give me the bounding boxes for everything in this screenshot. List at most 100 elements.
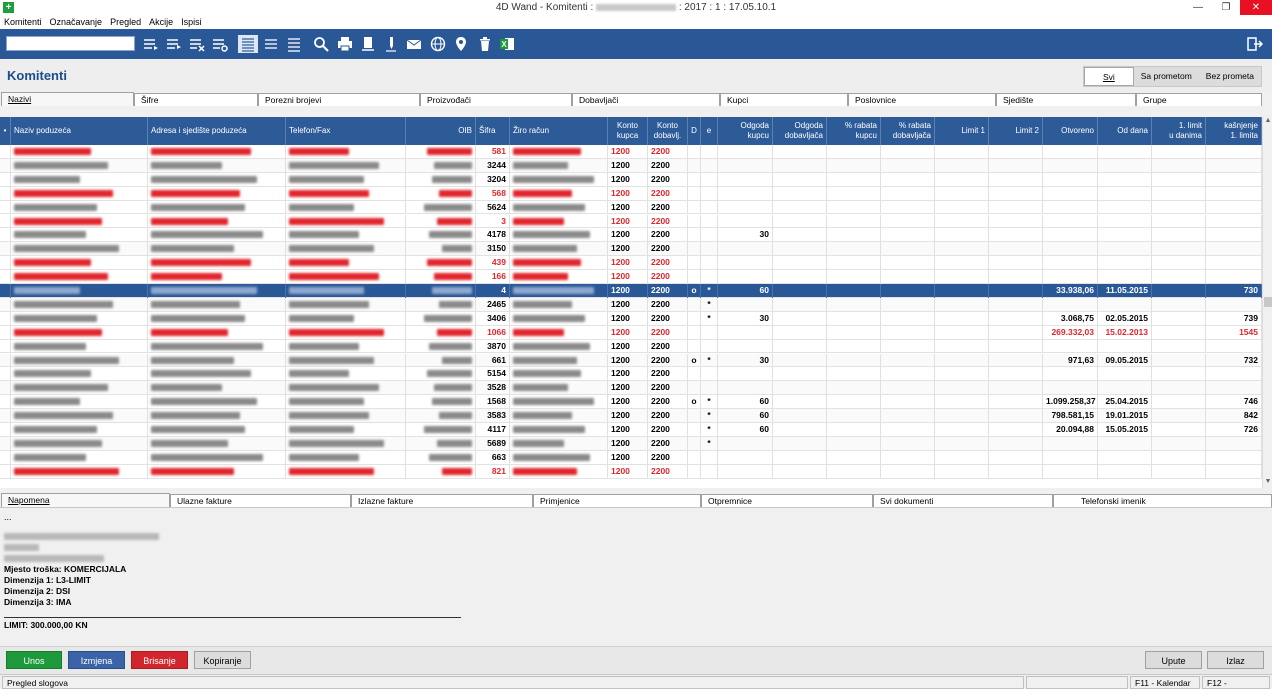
table-row[interactable]: 5624 1200 2200 — [0, 200, 1262, 215]
col-otvoreno[interactable]: Otvoreno — [1043, 117, 1098, 145]
col-rabat-dobavljaca[interactable]: % rabata dobavljača — [881, 117, 935, 145]
status-f11[interactable]: F11 - Kalendar — [1130, 676, 1200, 689]
menu-akcije[interactable]: Akcije — [145, 15, 177, 29]
tab-grupe[interactable]: Grupe — [1136, 93, 1262, 106]
list-add-icon[interactable] — [141, 35, 161, 53]
scroll-down-icon[interactable]: ▼ — [1263, 478, 1272, 488]
tab-izlazne-fakture[interactable]: Izlazne fakture — [351, 494, 533, 507]
col-sifra[interactable]: Šifra — [476, 117, 510, 145]
col-rabat-kupcu[interactable]: % rabata kupcu — [827, 117, 881, 145]
search-icon[interactable] — [311, 35, 331, 53]
maximize-button[interactable]: ❐ — [1212, 0, 1240, 15]
filter-sa-prometom-button[interactable]: Sa prometom — [1134, 67, 1199, 86]
table-row[interactable]: 661 1200 2200 o * 30 971,63 09.05.2015 732 — [0, 353, 1262, 368]
col-naziv[interactable]: Naziv poduzeća — [11, 117, 148, 145]
table-row[interactable]: 4178 1200 2200 30 — [0, 228, 1262, 243]
unos-button[interactable]: Unos — [6, 651, 62, 669]
col-odgoda-dobavljacu[interactable]: Odgoda dobavljača — [773, 117, 827, 145]
status-f12[interactable]: F12 - Kalkulator — [1202, 676, 1270, 689]
tab-dobavljaci[interactable]: Dobavljači — [572, 93, 720, 106]
table-row[interactable]: 5689 1200 2200 * — [0, 436, 1262, 451]
search-input[interactable] — [6, 36, 135, 51]
filter-bez-prometa-button[interactable]: Bez prometa — [1199, 67, 1261, 86]
upute-button[interactable]: Upute — [1145, 651, 1202, 669]
tab-sjediste[interactable]: Sjedište — [996, 93, 1136, 106]
col-limit1[interactable]: Limit 1 — [935, 117, 989, 145]
list-clear-icon[interactable] — [187, 35, 207, 53]
col-kasnjenje[interactable]: kašnjenje 1. limita — [1206, 117, 1262, 145]
table-row[interactable]: 3244 1200 2200 — [0, 158, 1262, 173]
table-row[interactable]: 4 1200 2200 o * 60 33.938,06 11.05.2015 730 — [0, 284, 1262, 298]
table-row[interactable]: 2465 1200 2200 * — [0, 297, 1262, 312]
exit-icon[interactable] — [1245, 35, 1265, 53]
mail-icon[interactable] — [404, 35, 424, 53]
table-row[interactable]: 821 1200 2200 — [0, 464, 1262, 479]
table-row[interactable]: 581 1200 2200 — [0, 145, 1262, 159]
col-odgoda-kupcu[interactable]: Odgoda kupcu — [718, 117, 773, 145]
tab-primjenice[interactable]: Primjenice — [533, 494, 701, 507]
tab-telefonski-imenik[interactable]: Telefonski imenik — [1053, 494, 1272, 507]
globe-icon[interactable] — [428, 35, 448, 53]
menu-komitenti[interactable]: Komitenti — [0, 15, 46, 29]
table-row[interactable]: 3204 1200 2200 — [0, 172, 1262, 187]
col-limit2[interactable]: Limit 2 — [989, 117, 1043, 145]
table-row[interactable]: 663 1200 2200 — [0, 450, 1262, 465]
col-konto-kupca[interactable]: Konto kupca — [608, 117, 648, 145]
col-oib[interactable]: OIB — [406, 117, 476, 145]
tab-proizvodaci[interactable]: Proizvođači — [420, 93, 572, 106]
col-adresa[interactable]: Adresa i sjedište poduzeća — [148, 117, 286, 145]
menu-oznacavanje[interactable]: Označavanje — [46, 15, 107, 29]
table-row[interactable]: 1568 1200 2200 o * 60 1.099.258,37 25.04.2015 74… — [0, 395, 1262, 410]
scroll-thumb[interactable] — [1264, 297, 1272, 307]
col-d[interactable]: D — [688, 117, 701, 145]
col-konto-dobavljaca[interactable]: Konto dobavlj. — [648, 117, 688, 145]
table-row[interactable]: 3150 1200 2200 — [0, 242, 1262, 257]
table-row[interactable]: 568 1200 2200 — [0, 186, 1262, 201]
location-pin-icon[interactable] — [451, 35, 471, 53]
table-row[interactable]: 3583 1200 2200 * 60 798.581,15 19.01.2015 842 — [0, 409, 1262, 423]
table-row[interactable]: 3 1200 2200 — [0, 214, 1262, 229]
vertical-scrollbar[interactable]: ▲ ▼ — [1262, 117, 1272, 488]
trash-icon[interactable] — [475, 35, 495, 53]
tab-sifre[interactable]: Šifre — [134, 93, 258, 106]
print-icon[interactable] — [335, 35, 355, 53]
col-od-dana[interactable]: Od dana — [1098, 117, 1152, 145]
menu-ispisi[interactable]: Ispisi — [177, 15, 206, 29]
filter-svi-button[interactable]: Svi — [1083, 67, 1134, 86]
table-row[interactable]: 1066 1200 2200 269.332,03 15.02.2013 1545 — [0, 325, 1262, 340]
pen-icon[interactable] — [381, 35, 401, 53]
list-mark-icon[interactable] — [164, 35, 184, 53]
col-ziro[interactable]: Žiro račun — [510, 117, 608, 145]
table-row[interactable]: 3528 1200 2200 — [0, 381, 1262, 396]
minimize-button[interactable]: — — [1184, 0, 1212, 15]
tab-porezni-brojevi[interactable]: Porezni brojevi — [258, 93, 420, 106]
scroll-up-icon[interactable]: ▲ — [1263, 117, 1272, 127]
col-telefon[interactable]: Telefon/Fax — [286, 117, 406, 145]
table-row[interactable]: 5154 1200 2200 — [0, 367, 1262, 382]
col-e[interactable]: e — [701, 117, 718, 145]
brisanje-button[interactable]: Brisanje — [131, 651, 188, 669]
izmjena-button[interactable]: Izmjena — [68, 651, 125, 669]
table-row[interactable]: 3406 1200 2200 * 30 3.068,75 02.05.2015 739 — [0, 311, 1262, 326]
izlaz-button[interactable]: Izlaz — [1207, 651, 1264, 669]
tab-nazivi[interactable]: Nazivi — [1, 92, 134, 106]
excel-icon[interactable]: X — [497, 35, 517, 53]
table-row[interactable]: 166 1200 2200 — [0, 270, 1262, 284]
tab-napomena[interactable]: Napomena — [1, 493, 170, 507]
close-button[interactable]: ✕ — [1240, 0, 1272, 15]
tab-poslovnice[interactable]: Poslovnice — [848, 93, 996, 106]
view-normal-icon[interactable] — [261, 35, 281, 53]
table-row[interactable]: 3870 1200 2200 — [0, 339, 1262, 354]
document-stack-icon[interactable] — [358, 35, 378, 53]
view-wide-icon[interactable] — [284, 35, 304, 53]
col-limit-dani[interactable]: 1. limit u danima — [1152, 117, 1206, 145]
kopiranje-button[interactable]: Kopiranje — [194, 651, 251, 669]
table-row[interactable]: 4117 1200 2200 * 60 20.094,88 15.05.2015 726 — [0, 423, 1262, 437]
tab-ulazne-fakture[interactable]: Ulazne fakture — [170, 494, 351, 507]
tab-otpremnice[interactable]: Otpremnice — [701, 494, 873, 507]
list-refresh-icon[interactable] — [210, 35, 230, 53]
tab-svi-dokumenti[interactable]: Svi dokumenti — [873, 494, 1053, 507]
view-compact-icon[interactable] — [238, 35, 258, 53]
menu-pregled[interactable]: Pregled — [106, 15, 145, 29]
table-row[interactable]: 439 1200 2200 — [0, 256, 1262, 271]
